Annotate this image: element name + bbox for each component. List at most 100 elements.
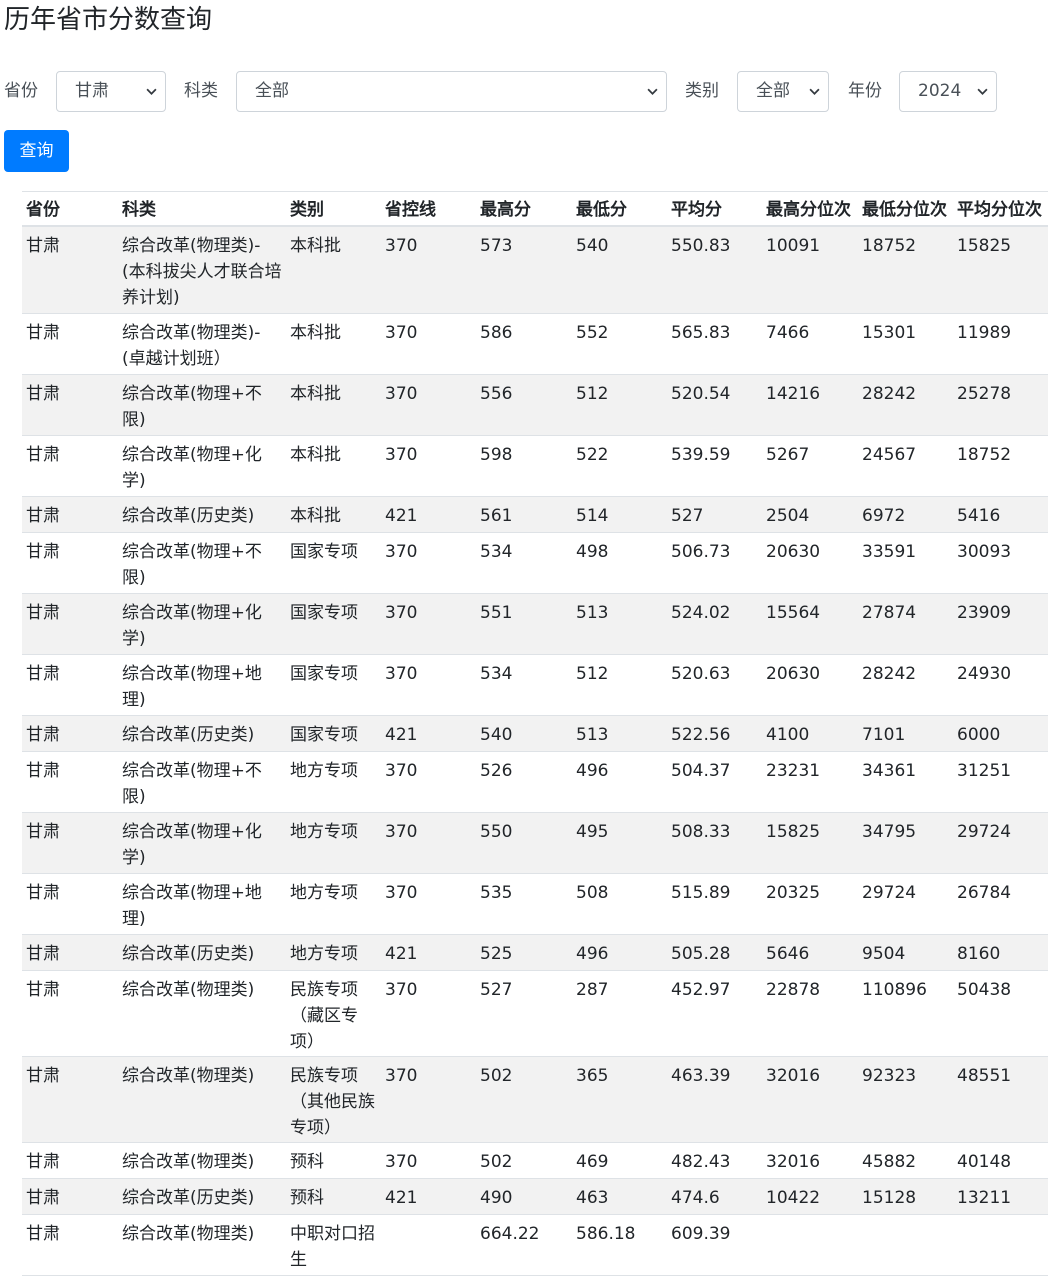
table-body: 甘肃 综合改革(物理类)-(本科拔尖人才联合培养计划) 本科批 370 573 540 55… bbox=[22, 227, 1048, 1276]
cell-category: 本科批 bbox=[290, 506, 341, 526]
province-select[interactable]: 甘肃 bbox=[56, 71, 166, 112]
table-row: 甘肃 综合改革(物理类) 预科 370 502 469 482.43 32016 45882 40… bbox=[22, 1143, 1048, 1179]
category-label: 类别 bbox=[685, 81, 719, 101]
table-row: 甘肃 综合改革(物理+化学) 本科批 370 598 522 539.59 5267 24567… bbox=[22, 436, 1048, 497]
year-select[interactable]: 2024 bbox=[899, 71, 997, 112]
cell-province: 甘肃 bbox=[26, 445, 60, 465]
cell-category: 预科 bbox=[290, 1152, 324, 1172]
cell-min-rank: 34795 bbox=[862, 822, 917, 842]
cell-avg-rank: 11989 bbox=[957, 323, 1012, 343]
table-row: 甘肃 综合改革(物理类)-(卓越计划班） 本科批 370 586 552 565.83 746… bbox=[22, 314, 1048, 375]
subject-label: 科类 bbox=[184, 81, 218, 101]
cell-min-score: 514 bbox=[576, 506, 609, 526]
cell-category: 民族专项（藏区专项） bbox=[290, 980, 358, 1052]
cell-min-rank: 34361 bbox=[862, 761, 917, 781]
score-table: 省份 科类 类别 省控线 最高分 最低分 平均分 最高分位次 最低分位次 平均分… bbox=[22, 191, 1048, 1276]
cell-category: 民族专项（其他民族专项） bbox=[290, 1066, 375, 1138]
cell-avg-rank: 24930 bbox=[957, 664, 1012, 684]
table-row: 甘肃 综合改革(物理+不限) 地方专项 370 526 496 504.37 23231 343… bbox=[22, 752, 1048, 813]
header-province: 省份 bbox=[26, 200, 60, 220]
cell-min-rank: 7101 bbox=[862, 725, 906, 745]
cell-province: 甘肃 bbox=[26, 323, 60, 343]
cell-min-score: 498 bbox=[576, 542, 609, 562]
cell-min-score: 513 bbox=[576, 725, 609, 745]
table-row: 甘肃 综合改革(物理+不限) 国家专项 370 534 498 506.73 20630 335… bbox=[22, 533, 1048, 594]
cell-province: 甘肃 bbox=[26, 1188, 60, 1208]
category-select-value: 全部 bbox=[756, 81, 790, 101]
cell-min-score: 586.18 bbox=[576, 1224, 636, 1244]
table-row: 甘肃 综合改革(物理+地理) 地方专项 370 535 508 515.89 20325 297… bbox=[22, 874, 1048, 935]
cell-avg-rank: 6000 bbox=[957, 725, 1001, 745]
cell-max-score: 527 bbox=[480, 980, 513, 1000]
cell-max-rank: 20630 bbox=[766, 664, 821, 684]
header-min-rank: 最低分位次 bbox=[862, 200, 947, 220]
cell-category: 国家专项 bbox=[290, 725, 358, 745]
year-select-value: 2024 bbox=[918, 81, 962, 101]
query-button[interactable]: 查询 bbox=[4, 130, 69, 172]
cell-category: 地方专项 bbox=[290, 944, 358, 964]
category-select[interactable]: 全部 bbox=[737, 71, 829, 112]
cell-avg-score: 609.39 bbox=[671, 1224, 731, 1244]
table-row: 甘肃 综合改革(物理类) 民族专项（其他民族专项） 370 502 365 463.39 32… bbox=[22, 1057, 1048, 1143]
table-row: 甘肃 综合改革(物理类) 民族专项（藏区专项） 370 527 287 452.97 2287… bbox=[22, 971, 1048, 1057]
cell-category: 国家专项 bbox=[290, 542, 358, 562]
cell-avg-rank: 31251 bbox=[957, 761, 1012, 781]
table-row: 甘肃 综合改革(物理类)-(本科拔尖人才联合培养计划) 本科批 370 573 540 55… bbox=[22, 227, 1048, 314]
cell-subject: 综合改革(物理+不限) bbox=[122, 542, 262, 588]
cell-max-score: 526 bbox=[480, 761, 513, 781]
cell-avg-score: 505.28 bbox=[671, 944, 731, 964]
cell-min-rank: 6972 bbox=[862, 506, 906, 526]
cell-min-score: 496 bbox=[576, 944, 609, 964]
subject-select[interactable]: 全部 bbox=[236, 71, 667, 112]
cell-avg-score: 506.73 bbox=[671, 542, 731, 562]
cell-province: 甘肃 bbox=[26, 1066, 60, 1086]
cell-min-rank: 45882 bbox=[862, 1152, 917, 1172]
cell-max-rank: 2504 bbox=[766, 506, 810, 526]
cell-avg-rank: 13211 bbox=[957, 1188, 1012, 1208]
table-row: 甘肃 综合改革(物理+不限) 本科批 370 556 512 520.54 14216 2824… bbox=[22, 375, 1048, 436]
cell-province: 甘肃 bbox=[26, 1152, 60, 1172]
cell-min-rank: 28242 bbox=[862, 664, 917, 684]
cell-max-rank: 10091 bbox=[766, 236, 821, 256]
cell-max-score: 534 bbox=[480, 542, 513, 562]
province-label: 省份 bbox=[4, 81, 38, 101]
cell-avg-score: 504.37 bbox=[671, 761, 731, 781]
cell-min-rank: 110896 bbox=[862, 980, 927, 1000]
cell-avg-rank: 18752 bbox=[957, 445, 1012, 465]
header-category: 类别 bbox=[290, 200, 324, 220]
page: 历年省市分数查询 省份 甘肃 科类 全部 类别 全部 年份 2024 查询 省份… bbox=[0, 0, 1054, 1282]
cell-control-line: 370 bbox=[385, 1152, 418, 1172]
cell-province: 甘肃 bbox=[26, 603, 60, 623]
cell-max-score: 540 bbox=[480, 725, 513, 745]
cell-max-rank: 20325 bbox=[766, 883, 821, 903]
cell-max-rank: 7466 bbox=[766, 323, 810, 343]
cell-max-rank: 15825 bbox=[766, 822, 821, 842]
cell-max-rank: 4100 bbox=[766, 725, 810, 745]
cell-subject: 综合改革(历史类) bbox=[122, 944, 255, 964]
cell-min-score: 540 bbox=[576, 236, 609, 256]
cell-min-score: 508 bbox=[576, 883, 609, 903]
cell-subject: 综合改革(物理+地理) bbox=[122, 883, 262, 929]
cell-min-score: 496 bbox=[576, 761, 609, 781]
cell-max-rank: 23231 bbox=[766, 761, 821, 781]
cell-avg-score: 520.63 bbox=[671, 664, 731, 684]
cell-province: 甘肃 bbox=[26, 725, 60, 745]
header-max-rank: 最高分位次 bbox=[766, 200, 851, 220]
cell-min-score: 463 bbox=[576, 1188, 609, 1208]
cell-min-rank: 18752 bbox=[862, 236, 917, 256]
cell-province: 甘肃 bbox=[26, 384, 60, 404]
cell-province: 甘肃 bbox=[26, 542, 60, 562]
cell-avg-score: 463.39 bbox=[671, 1066, 731, 1086]
cell-control-line: 421 bbox=[385, 1188, 418, 1208]
table-row: 甘肃 综合改革(物理+地理) 国家专项 370 534 512 520.63 20630 282… bbox=[22, 655, 1048, 716]
cell-min-score: 512 bbox=[576, 384, 609, 404]
cell-control-line: 370 bbox=[385, 445, 418, 465]
cell-subject: 综合改革(历史类) bbox=[122, 725, 255, 745]
cell-control-line: 370 bbox=[385, 236, 418, 256]
cell-min-rank: 92323 bbox=[862, 1066, 917, 1086]
cell-min-rank: 28242 bbox=[862, 384, 917, 404]
cell-min-rank: 15128 bbox=[862, 1188, 917, 1208]
table-row: 甘肃 综合改革(历史类) 本科批 421 561 514 527 2504 6972 5416 bbox=[22, 497, 1048, 533]
table-row: 甘肃 综合改革(历史类) 预科 421 490 463 474.6 10422 15128 132… bbox=[22, 1179, 1048, 1215]
cell-avg-rank: 25278 bbox=[957, 384, 1012, 404]
